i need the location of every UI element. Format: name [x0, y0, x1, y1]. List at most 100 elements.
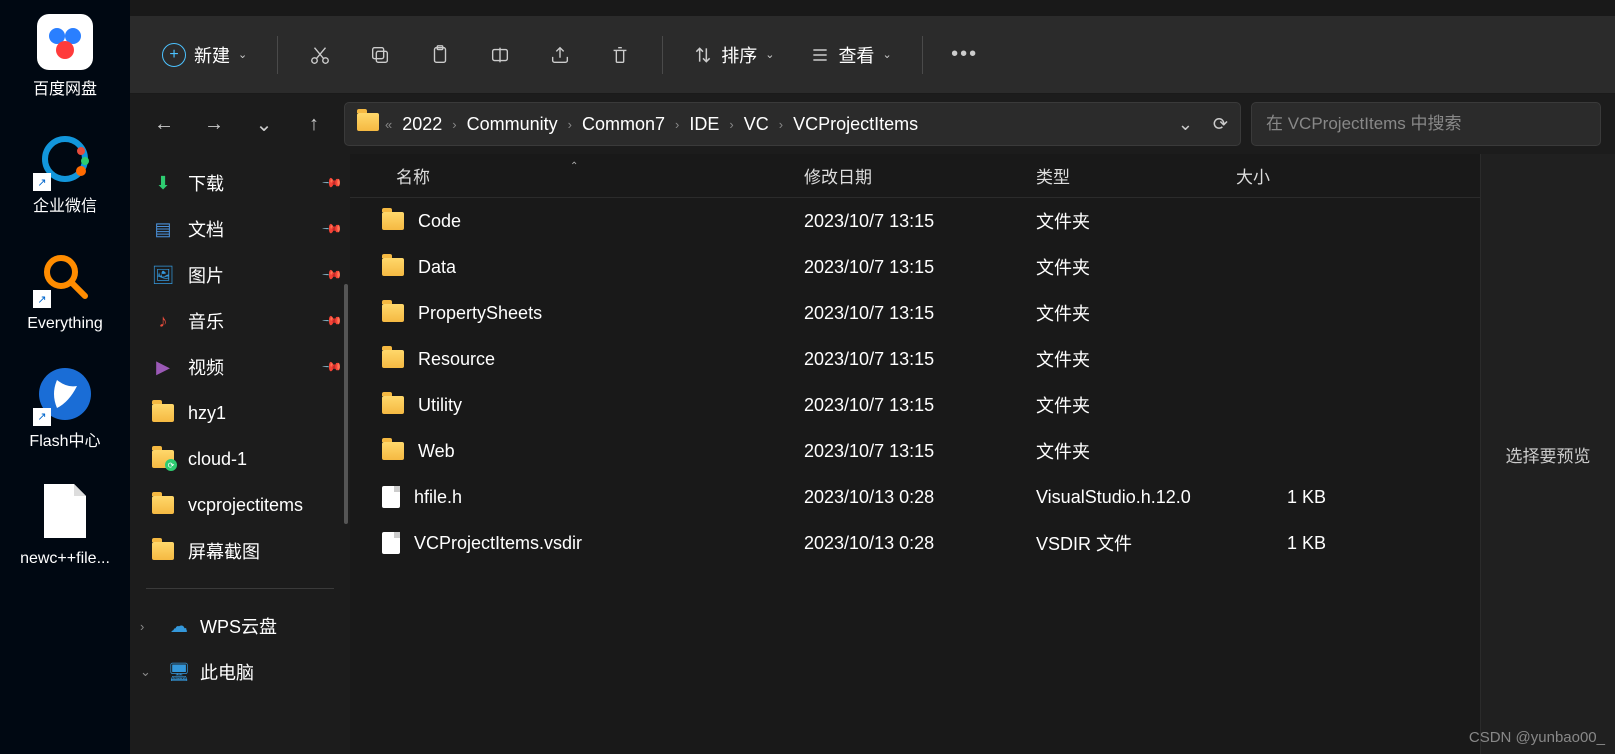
sidebar-tree-thispc[interactable]: ⌄ 🖥 此电脑	[130, 649, 350, 695]
forward-button[interactable]: →	[194, 104, 234, 144]
share-button[interactable]	[534, 33, 586, 77]
rename-button[interactable]	[474, 33, 526, 77]
sidebar-item-videos[interactable]: ▶ 视频 📌	[130, 344, 350, 390]
file-type: 文件夹	[1022, 392, 1222, 418]
search-input[interactable]	[1266, 114, 1586, 134]
up-button[interactable]: ↑	[294, 104, 334, 144]
download-icon: ⬇	[152, 172, 174, 194]
sidebar-item-screenshots[interactable]: 屏幕截图	[130, 528, 350, 574]
file-date: 2023/10/7 13:15	[790, 257, 1022, 278]
desktop-icon-flash[interactable]: ↗ Flash中心	[15, 362, 115, 451]
baidu-icon	[33, 10, 97, 74]
ellipsis-icon: •••	[951, 43, 978, 66]
column-header-name[interactable]: 名称 ⌃	[350, 163, 790, 188]
new-button[interactable]: + 新建 ⌄	[148, 33, 261, 77]
sidebar-item-hzy1[interactable]: hzy1	[130, 390, 350, 436]
cut-button[interactable]	[294, 33, 346, 77]
pin-icon: 📌	[321, 356, 344, 379]
folder-sync-icon: ⟳	[152, 448, 174, 470]
sidebar-tree-wps[interactable]: › ☁ WPS云盘	[130, 603, 350, 649]
file-row[interactable]: Web 2023/10/7 13:15文件夹	[350, 428, 1480, 474]
paste-button[interactable]	[414, 33, 466, 77]
separator	[277, 36, 278, 74]
refresh-button[interactable]: ⟳	[1213, 114, 1228, 135]
sidebar-item-downloads[interactable]: ⬇ 下载 📌	[130, 160, 350, 206]
column-headers: 名称 ⌃ 修改日期 类型 大小	[350, 154, 1480, 198]
file-icon	[33, 479, 97, 543]
search-box[interactable]	[1251, 102, 1601, 146]
file-row[interactable]: PropertySheets2023/10/7 13:15文件夹	[350, 290, 1480, 336]
copy-button[interactable]	[354, 33, 406, 77]
file-rows-container: Code2023/10/7 13:15文件夹 Data 2023/10/7 13:1…	[350, 198, 1480, 566]
file-row[interactable]: Utility2023/10/7 13:15文件夹	[350, 382, 1480, 428]
breadcrumb-item[interactable]: VC	[740, 112, 773, 137]
file-date: 2023/10/13 0:28	[790, 487, 1022, 508]
column-header-type[interactable]: 类型	[1022, 163, 1222, 188]
separator	[922, 36, 923, 74]
sidebar-item-vcprojectitems[interactable]: vcprojectitems	[130, 482, 350, 528]
sort-button[interactable]: 排序 ⌄	[679, 33, 788, 77]
file-row[interactable]: hfile.h2023/10/13 0:28VisualStudio.h.12.…	[350, 474, 1480, 520]
breadcrumb-ellipsis: «	[385, 117, 392, 132]
delete-button[interactable]	[594, 33, 646, 77]
chevron-right-icon: ›	[779, 117, 783, 132]
separator	[662, 36, 663, 74]
sidebar-item-documents[interactable]: ▤ 文档 📌	[130, 206, 350, 252]
sort-label: 排序	[721, 42, 757, 68]
sidebar-item-label: 屏幕截图	[188, 538, 260, 564]
navigation-row: ← → ⌄ ↑ « 2022 › Community › Common7 › I…	[130, 94, 1615, 154]
tab-strip	[130, 0, 1615, 16]
preview-hint: 选择要预览	[1506, 442, 1591, 467]
scrollbar[interactable]	[344, 284, 348, 524]
breadcrumb-item[interactable]: IDE	[685, 112, 723, 137]
folder-icon	[382, 442, 404, 460]
desktop-icon-baidu[interactable]: 百度网盘	[15, 10, 115, 99]
sidebar-item-music[interactable]: ♪ 音乐 📌	[130, 298, 350, 344]
folder-icon	[382, 258, 404, 276]
chevron-right-icon: ›	[568, 117, 572, 132]
back-button[interactable]: ←	[144, 104, 184, 144]
pin-icon: 📌	[321, 218, 344, 241]
breadcrumb-item[interactable]: 2022	[398, 112, 446, 137]
folder-icon	[152, 494, 174, 516]
chevron-down-icon: ⌄	[882, 48, 891, 61]
breadcrumb-item[interactable]: Common7	[578, 112, 669, 137]
breadcrumb-item[interactable]: Community	[463, 112, 562, 137]
column-header-size[interactable]: 大小	[1222, 163, 1340, 188]
file-row[interactable]: VCProjectItems.vsdir2023/10/13 0:28VSDIR…	[350, 520, 1480, 566]
sidebar-item-cloud1[interactable]: ⟳ cloud-1	[130, 436, 350, 482]
main-area: ⬇ 下载 📌 ▤ 文档 📌 🖼 图片 📌 ♪ 音乐 📌 ▶ 视频	[130, 154, 1615, 754]
address-bar[interactable]: « 2022 › Community › Common7 › IDE › VC …	[344, 102, 1241, 146]
chevron-down-icon[interactable]: ⌄	[1178, 114, 1193, 135]
file-row[interactable]: Data2023/10/7 13:15文件夹	[350, 244, 1480, 290]
file-date: 2023/10/7 13:15	[790, 211, 1022, 232]
preview-pane: 选择要预览	[1480, 154, 1615, 754]
file-row[interactable]: Code2023/10/7 13:15文件夹	[350, 198, 1480, 244]
file-type: VSDIR 文件	[1022, 530, 1222, 556]
desktop-icon-wecom[interactable]: ↗ 企业微信	[15, 127, 115, 216]
file-name: Web	[418, 441, 455, 462]
file-date: 2023/10/7 13:15	[790, 395, 1022, 416]
arrow-left-icon: ←	[154, 113, 174, 136]
sidebar-item-pictures[interactable]: 🖼 图片 📌	[130, 252, 350, 298]
more-button[interactable]: •••	[939, 33, 991, 77]
desktop-icon-newcpp[interactable]: newc++file...	[15, 479, 115, 568]
new-label: 新建	[194, 42, 230, 68]
file-row[interactable]: Resource2023/10/7 13:15文件夹	[350, 336, 1480, 382]
recent-button[interactable]: ⌄	[244, 104, 284, 144]
desktop-icon-everything[interactable]: ↗ Everything	[15, 244, 115, 333]
file-name-cell: VCProjectItems.vsdir	[350, 532, 790, 554]
file-date: 2023/10/7 13:15	[790, 441, 1022, 462]
file-type: 文件夹	[1022, 208, 1222, 234]
breadcrumb-item[interactable]: VCProjectItems	[789, 112, 922, 137]
column-header-date[interactable]: 修改日期	[790, 163, 1022, 188]
chevron-right-icon: ›	[729, 117, 733, 132]
file-type: 文件夹	[1022, 438, 1222, 464]
arrow-right-icon: →	[204, 113, 224, 136]
file-name: Data	[418, 257, 456, 278]
view-button[interactable]: 查看 ⌄	[796, 33, 905, 77]
desktop-icon-label: newc++file...	[15, 549, 115, 568]
pictures-icon: 🖼	[152, 264, 174, 286]
file-type: VisualStudio.h.12.0	[1022, 487, 1222, 508]
document-icon: ▤	[152, 218, 174, 240]
